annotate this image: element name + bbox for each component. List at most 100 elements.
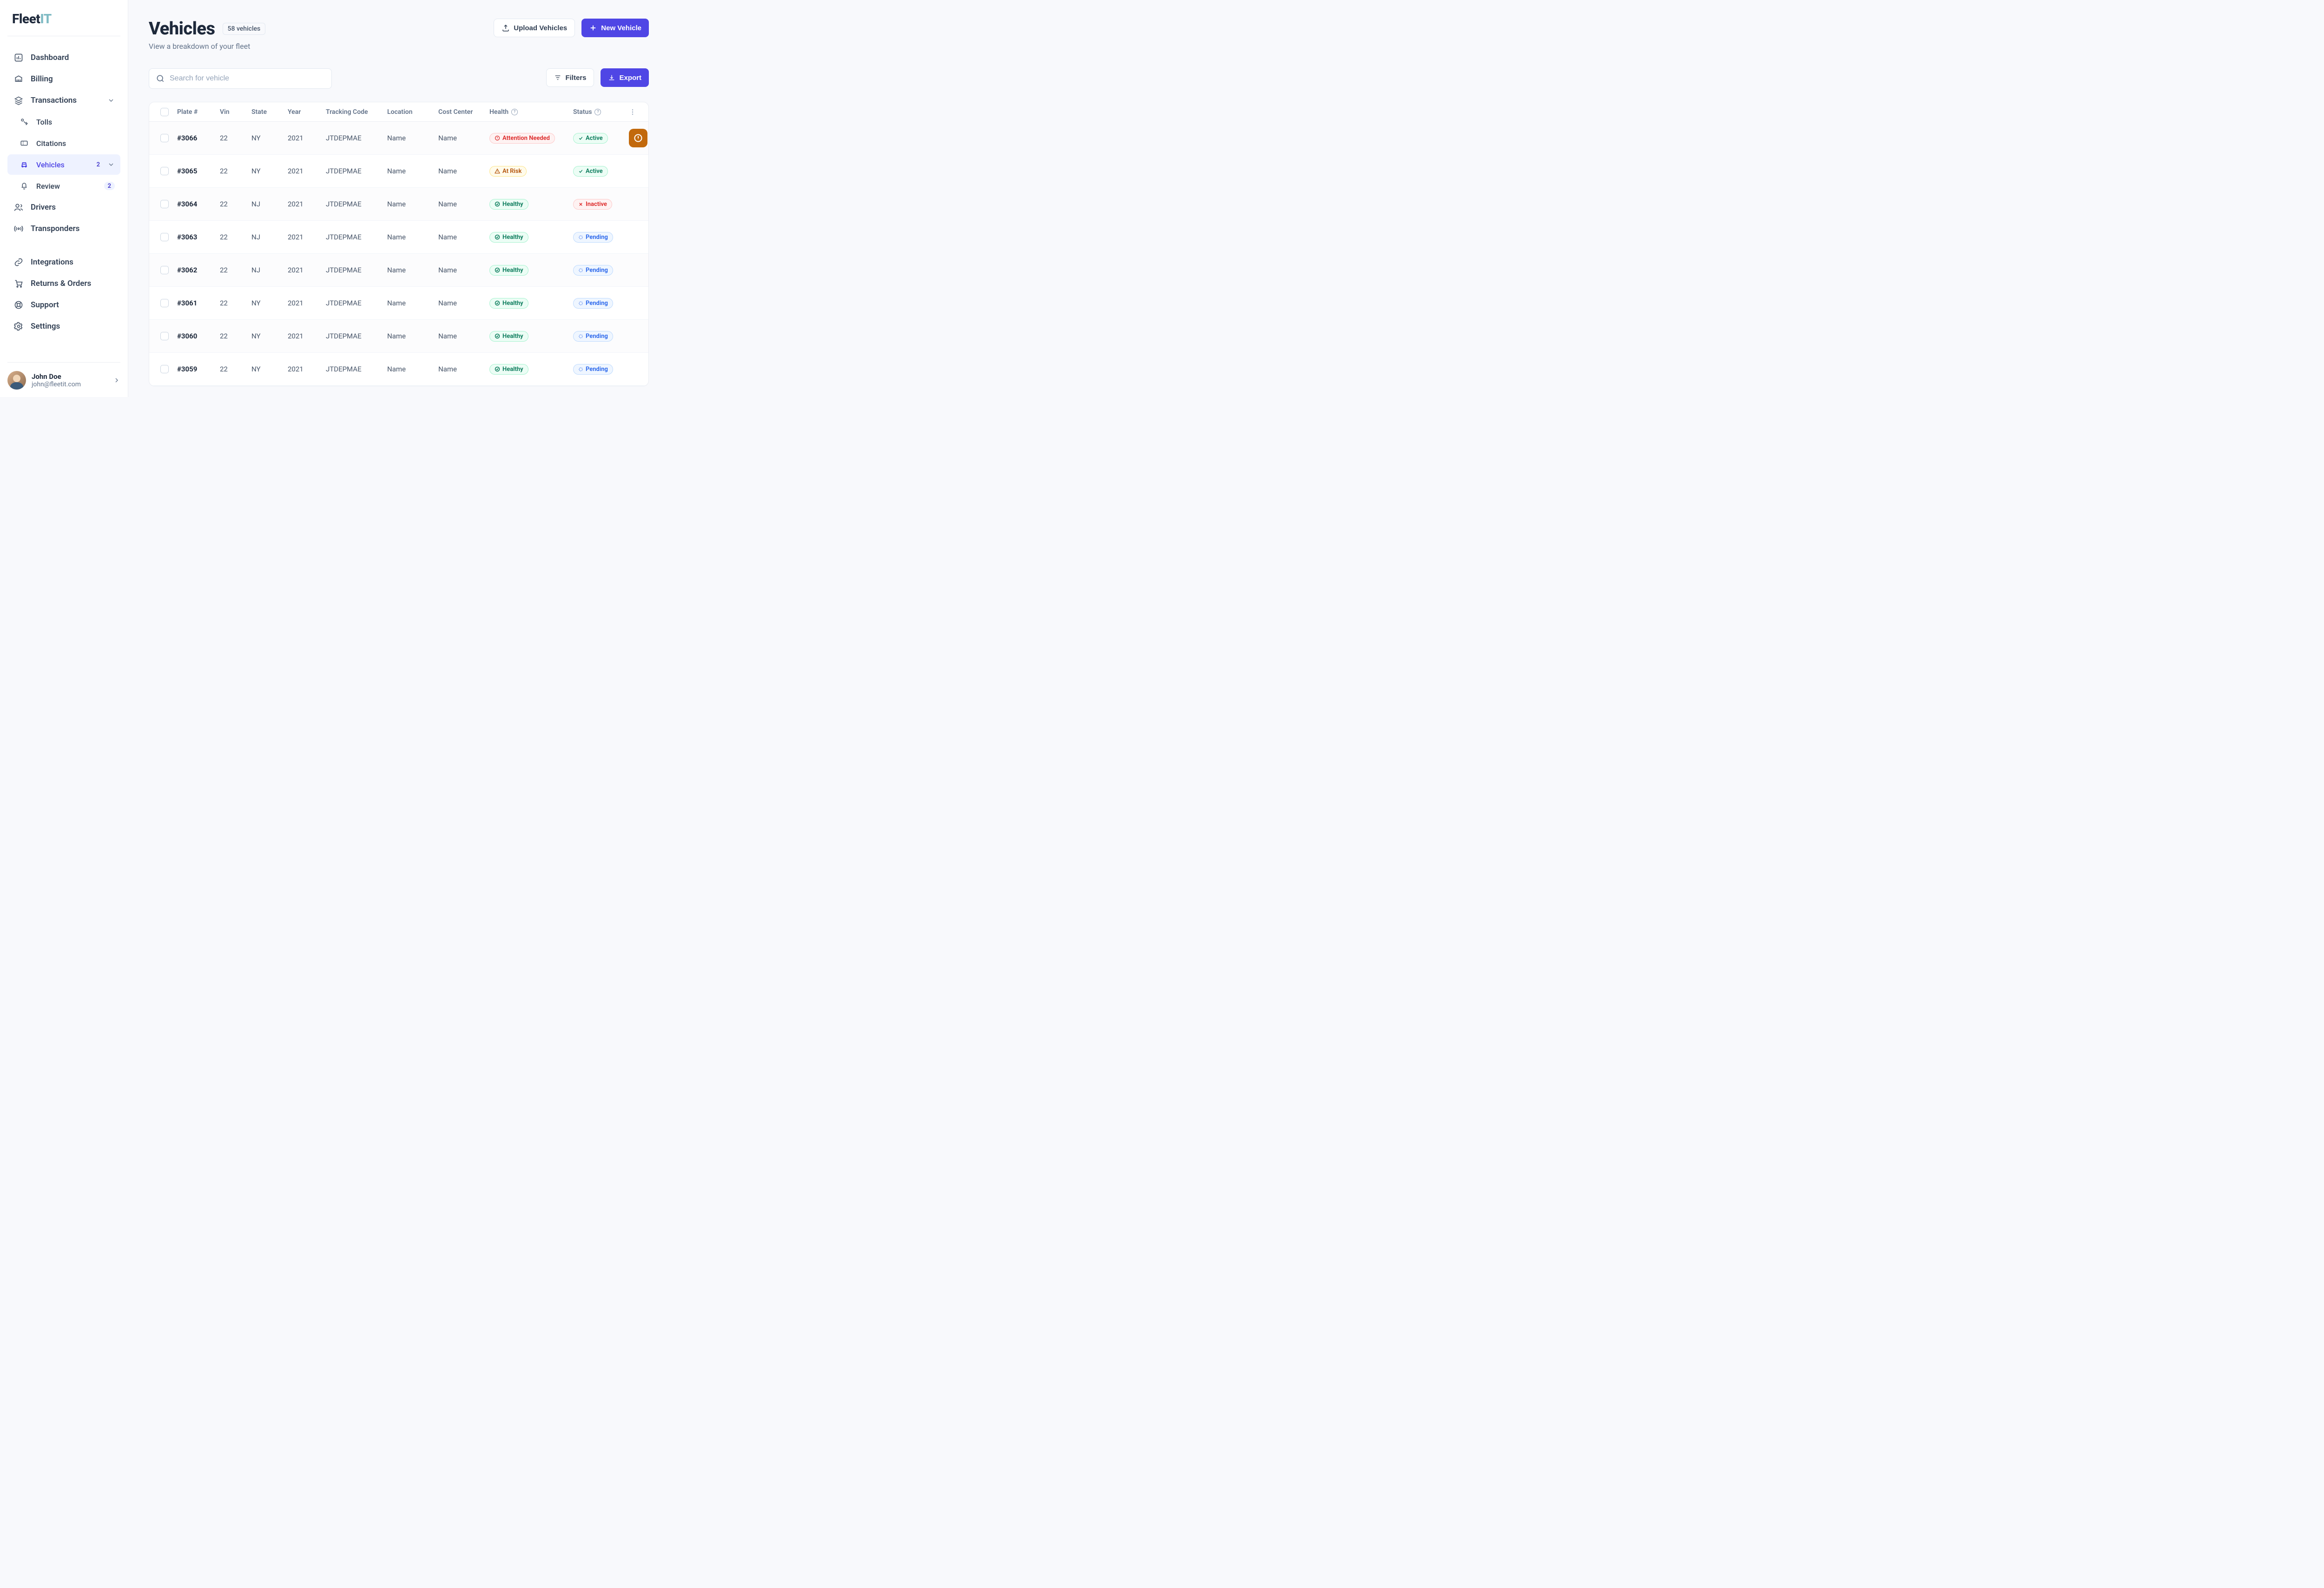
sidebar-item-label: Billing [31, 74, 115, 84]
cell-vin: 22 [220, 266, 251, 274]
more-actions-icon[interactable] [629, 108, 638, 116]
sidebar-item-citations[interactable]: Citations [7, 133, 120, 153]
button-label: Export [619, 74, 641, 82]
row-checkbox[interactable] [160, 266, 169, 274]
select-all-checkbox[interactable] [160, 108, 169, 116]
table-row[interactable]: #3059 22 NY 2021 JTDEPMAE Name Name Heal… [149, 353, 648, 386]
cell-location: Name [387, 266, 438, 274]
search-input-wrapper[interactable] [149, 68, 332, 89]
search-input[interactable] [170, 74, 325, 83]
help-icon[interactable]: ? [511, 109, 518, 115]
filter-icon [554, 74, 561, 81]
table-row[interactable]: #3063 22 NJ 2021 JTDEPMAE Name Name Heal… [149, 221, 648, 254]
cell-status: Pending [573, 265, 629, 276]
user-email: john@fleetit.com [32, 381, 81, 388]
row-alert-button[interactable] [629, 129, 647, 147]
sidebar-item-transactions[interactable]: Transactions [7, 90, 120, 111]
sidebar-item-dashboard[interactable]: Dashboard [7, 47, 120, 68]
col-status[interactable]: Status ? [573, 108, 629, 116]
button-label: Filters [565, 74, 586, 82]
table-row[interactable]: #3064 22 NJ 2021 JTDEPMAE Name Name Heal… [149, 188, 648, 221]
cell-year: 2021 [288, 299, 326, 307]
row-checkbox[interactable] [160, 233, 169, 241]
cell-health: Healthy [489, 232, 573, 243]
row-checkbox[interactable] [160, 299, 169, 307]
sidebar-item-support[interactable]: Support [7, 295, 120, 315]
signal-icon [13, 223, 24, 234]
col-state[interactable]: State [251, 108, 288, 116]
cell-health: Attention Needed [489, 133, 573, 144]
cell-tracking: JTDEPMAE [326, 134, 387, 142]
row-checkbox[interactable] [160, 332, 169, 340]
sidebar-item-label: Dashboard [31, 53, 115, 62]
cell-state: NY [251, 167, 288, 175]
col-vin[interactable]: Vin [220, 108, 251, 116]
cell-vin: 22 [220, 233, 251, 241]
bar-chart-icon [13, 52, 24, 63]
col-location[interactable]: Location [387, 108, 438, 116]
sidebar-item-label: Transponders [31, 224, 115, 233]
sidebar-item-review[interactable]: Review 2 [7, 176, 120, 196]
col-tracking[interactable]: Tracking Code [326, 108, 387, 116]
table-row[interactable]: #3061 22 NY 2021 JTDEPMAE Name Name Heal… [149, 287, 648, 320]
table-row[interactable]: #3062 22 NJ 2021 JTDEPMAE Name Name Heal… [149, 254, 648, 287]
cell-location: Name [387, 332, 438, 340]
new-vehicle-button[interactable]: New Vehicle [581, 19, 649, 37]
sidebar-item-label: Returns & Orders [31, 279, 115, 288]
lifebuoy-icon [13, 299, 24, 311]
sidebar-item-drivers[interactable]: Drivers [7, 197, 120, 218]
sidebar-item-integrations[interactable]: Integrations [7, 252, 120, 272]
user-menu[interactable]: John Doe john@fleetit.com [7, 362, 120, 390]
cell-year: 2021 [288, 167, 326, 175]
ticket-icon [19, 138, 30, 149]
sidebar-badge: 2 [104, 182, 115, 190]
sidebar-item-tolls[interactable]: Tolls [7, 112, 120, 132]
sidebar-item-label: Drivers [31, 203, 115, 212]
status-pill: Pending [573, 265, 613, 276]
status-pill: Active [573, 133, 608, 144]
cell-health: Healthy [489, 199, 573, 210]
nav-primary: Dashboard Billing Transactions [7, 47, 120, 240]
filters-button[interactable]: Filters [546, 68, 594, 87]
cell-year: 2021 [288, 134, 326, 142]
status-pill: Pending [573, 232, 613, 243]
sidebar-item-transponders[interactable]: Transponders [7, 218, 120, 239]
row-checkbox[interactable] [160, 134, 169, 142]
count-chip: 58 vehicles [223, 23, 266, 35]
cell-tracking: JTDEPMAE [326, 200, 387, 208]
sidebar-item-billing[interactable]: Billing [7, 69, 120, 89]
row-checkbox[interactable] [160, 167, 169, 175]
row-checkbox[interactable] [160, 365, 169, 373]
page-title: Vehicles [149, 19, 215, 39]
col-year[interactable]: Year [288, 108, 326, 116]
sidebar-item-settings[interactable]: Settings [7, 316, 120, 337]
table-row[interactable]: #3066 22 NY 2021 JTDEPMAE Name Name Atte… [149, 122, 648, 155]
row-checkbox[interactable] [160, 200, 169, 208]
brand-logo: FleetIT [7, 11, 120, 36]
upload-vehicles-button[interactable]: Upload Vehicles [494, 19, 575, 37]
cell-tracking: JTDEPMAE [326, 167, 387, 175]
cell-vin: 22 [220, 299, 251, 307]
cell-tracking: JTDEPMAE [326, 266, 387, 274]
cell-plate: #3061 [177, 299, 220, 307]
cell-state: NJ [251, 233, 288, 241]
cell-location: Name [387, 200, 438, 208]
table-row[interactable]: #3060 22 NY 2021 JTDEPMAE Name Name Heal… [149, 320, 648, 353]
sidebar-badge: 2 [93, 160, 104, 169]
cell-status: Active [573, 166, 629, 177]
page-subtitle: View a breakdown of your fleet [149, 42, 265, 51]
brand-part-a: Fleet [12, 11, 40, 26]
sidebar-item-vehicles[interactable]: Vehicles 2 [7, 154, 120, 175]
health-pill: Healthy [489, 199, 528, 210]
col-health[interactable]: Health ? [489, 108, 573, 116]
col-cost[interactable]: Cost Center [438, 108, 489, 116]
cell-plate: #3062 [177, 266, 220, 274]
col-plate[interactable]: Plate # [177, 108, 220, 116]
cell-health: At Risk [489, 166, 573, 177]
sidebar-item-returns[interactable]: Returns & Orders [7, 273, 120, 294]
help-icon[interactable]: ? [594, 109, 601, 115]
cell-status: Pending [573, 331, 629, 342]
table-row[interactable]: #3065 22 NY 2021 JTDEPMAE Name Name At R… [149, 155, 648, 188]
cell-status: Pending [573, 232, 629, 243]
export-button[interactable]: Export [601, 68, 649, 87]
